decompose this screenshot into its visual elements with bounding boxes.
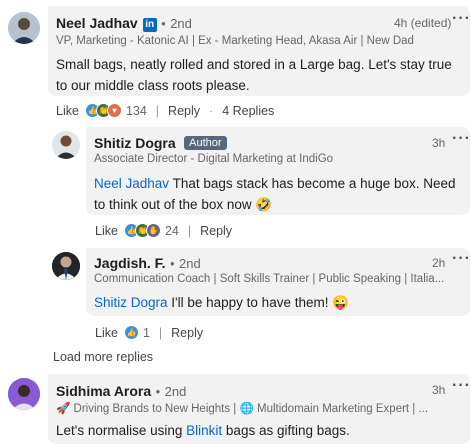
comment-bubble: Neel Jadhav in • 2nd 4h (edited) ··· VP, …	[48, 6, 470, 96]
profile-photo-icon	[52, 252, 80, 280]
reply-author-headline: Communication Coach | Soft Skills Traine…	[94, 273, 445, 285]
like-button[interactable]: Like	[95, 326, 118, 340]
reply-timestamp: 3h	[432, 136, 446, 150]
more-options-icon[interactable]: ···	[452, 250, 471, 268]
reply-bubble: Jagdish. F. • 2nd 2h ··· Communication C…	[86, 248, 470, 316]
profile-photo-icon	[52, 131, 80, 159]
comment-author-headline: VP, Marketing - Katonic AI | Ex - Market…	[56, 35, 414, 47]
reply-button[interactable]: Reply	[171, 326, 203, 340]
reply-actions: Like 👍 👏 ✋ 24 | Reply	[95, 223, 233, 238]
more-options-icon[interactable]: ···	[452, 130, 471, 148]
like-button[interactable]: Like	[95, 224, 118, 238]
reactions[interactable]: 👍 1	[123, 325, 150, 340]
profile-photo-icon	[8, 12, 40, 44]
support-reaction-icon: ✋	[145, 223, 161, 238]
comment-text: Let's normalise using Blinkit bags as gi…	[56, 420, 461, 441]
reply-text: Neel Jadhav That bags stack has become a…	[94, 173, 456, 215]
reply-actions: Like 👍 1 | Reply	[95, 325, 204, 340]
avatar[interactable]	[8, 12, 40, 44]
load-more-replies-button[interactable]: Load more replies	[53, 350, 153, 364]
reply-author-name[interactable]: Jagdish. F.	[94, 255, 166, 271]
avatar[interactable]	[52, 131, 80, 159]
reactions[interactable]: 👍 👏 ✋ 24	[123, 223, 179, 238]
comment-text: Small bags, neatly rolled and stored in …	[56, 57, 452, 93]
avatar[interactable]	[52, 252, 80, 280]
comment-author-headline: 🚀 Driving Brands to New Heights | 🌐 Mult…	[56, 403, 429, 415]
reply-author-headline: Associate Director - Digital Marketing a…	[94, 153, 334, 165]
reply-button[interactable]: Reply	[168, 104, 200, 118]
comment-author-name[interactable]: Sidhima Arora	[56, 383, 151, 399]
comment-author-name[interactable]: Neel Jadhav	[56, 15, 138, 31]
more-options-icon[interactable]: ···	[452, 377, 471, 395]
profile-photo-icon	[8, 378, 40, 410]
mention-link[interactable]: Blinkit	[186, 423, 222, 438]
connection-degree: 2nd	[179, 256, 201, 271]
avatar[interactable]	[8, 378, 40, 410]
comment-text-content: Let's normalise using	[56, 423, 187, 438]
author-badge: Author	[184, 136, 227, 150]
reaction-count: 134	[125, 103, 147, 118]
reaction-count: 24	[164, 223, 179, 238]
connection-degree: 2nd	[170, 16, 192, 31]
reaction-count: 1	[142, 325, 150, 340]
reply-author-name[interactable]: Shitiz Dogra	[94, 135, 176, 151]
replies-count[interactable]: 4 Replies	[222, 104, 274, 118]
more-options-icon[interactable]: ···	[452, 10, 471, 28]
reply-bubble: Shitiz Dogra Author 3h ··· Associate Dir…	[86, 127, 470, 215]
mention-link[interactable]: Neel Jadhav	[94, 176, 169, 191]
linkedin-premium-icon: in	[142, 17, 157, 32]
comment-text-content: bags as gifting bags.	[222, 423, 350, 438]
mention-link[interactable]: Shitiz Dogra	[94, 295, 168, 310]
comment-timestamp: 3h	[432, 383, 446, 397]
comment-bubble: Sidhima Arora • 2nd 3h ··· 🚀 Driving Bra…	[48, 374, 470, 444]
reply-text-content: I'll be happy to have them! 😜	[167, 295, 350, 310]
reply-button[interactable]: Reply	[200, 224, 232, 238]
reactions[interactable]: 👍 👏 ♥ 134	[84, 103, 147, 118]
reply-timestamp: 2h	[432, 256, 446, 270]
like-reaction-icon: 👍	[123, 325, 139, 340]
comment-actions: Like 👍 👏 ♥ 134 | Reply · 4 Replies	[56, 103, 275, 118]
love-reaction-icon: ♥	[106, 103, 122, 118]
connection-degree: 2nd	[164, 384, 187, 399]
like-button[interactable]: Like	[56, 104, 79, 118]
comment-timestamp: 4h (edited)	[394, 16, 452, 30]
reply-text: Shitiz Dogra I'll be happy to have them!…	[94, 292, 456, 313]
